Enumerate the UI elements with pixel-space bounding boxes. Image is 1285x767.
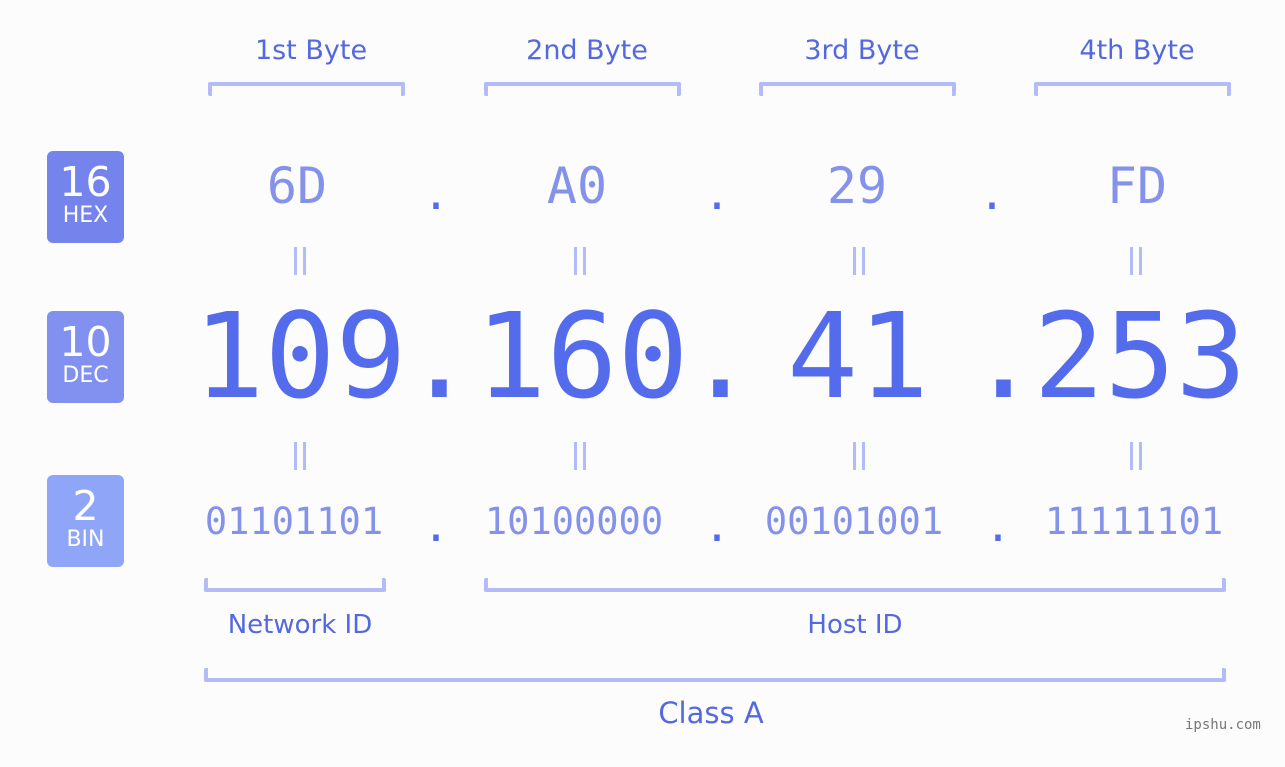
equals-icon	[853, 442, 865, 470]
hex-separator-2: .	[703, 169, 731, 220]
bin-badge: 2 BIN	[47, 475, 124, 567]
equals-icon	[574, 442, 586, 470]
byte-bracket-2	[484, 82, 681, 96]
equals-icon	[1130, 442, 1142, 470]
byte-label-1: 1st Byte	[254, 35, 368, 66]
dec-badge-number: 10	[59, 318, 112, 366]
byte-label-4: 4th Byte	[1079, 35, 1195, 66]
byte-label-2: 2nd Byte	[526, 35, 648, 66]
equals-icon	[294, 442, 306, 470]
network-id-bracket	[204, 578, 386, 592]
dec-value-4: 253	[1033, 287, 1247, 425]
watermark: ipshu.com	[1185, 717, 1261, 733]
dec-value-1: 109	[193, 287, 407, 425]
bin-value-3: 00101001	[764, 500, 944, 543]
network-id-label: Network ID	[227, 610, 373, 640]
equals-icon	[1130, 247, 1142, 275]
dec-value-3: 41	[786, 287, 930, 425]
bin-value-4: 11111101	[1044, 500, 1224, 543]
byte-bracket-3	[759, 82, 956, 96]
hex-value-3: 29	[826, 157, 888, 215]
byte-bracket-1	[208, 82, 405, 96]
hex-value-4: FD	[1106, 157, 1168, 215]
equals-icon	[853, 247, 865, 275]
hex-separator-3: .	[978, 169, 1006, 220]
hex-badge: 16 HEX	[47, 151, 124, 243]
hex-separator-1: .	[422, 169, 450, 220]
hex-badge-number: 16	[59, 158, 112, 206]
host-id-bracket	[484, 578, 1226, 592]
dec-value-2: 160	[475, 287, 689, 425]
equals-icon	[574, 247, 586, 275]
dec-badge-label: DEC	[62, 363, 109, 388]
dec-badge: 10 DEC	[47, 311, 124, 403]
bin-badge-label: BIN	[66, 527, 105, 552]
equals-icon	[294, 247, 306, 275]
bin-value-1: 01101101	[204, 500, 384, 543]
bin-value-2: 10100000	[484, 500, 664, 543]
class-bracket	[204, 668, 1226, 682]
hex-badge-label: HEX	[62, 203, 109, 228]
byte-bracket-4	[1034, 82, 1231, 96]
bin-badge-number: 2	[72, 482, 99, 530]
hex-value-2: A0	[546, 157, 608, 215]
hex-value-1: 6D	[266, 157, 328, 215]
host-id-label: Host ID	[807, 610, 903, 640]
class-label: Class A	[658, 696, 764, 730]
byte-label-3: 3rd Byte	[804, 35, 920, 66]
